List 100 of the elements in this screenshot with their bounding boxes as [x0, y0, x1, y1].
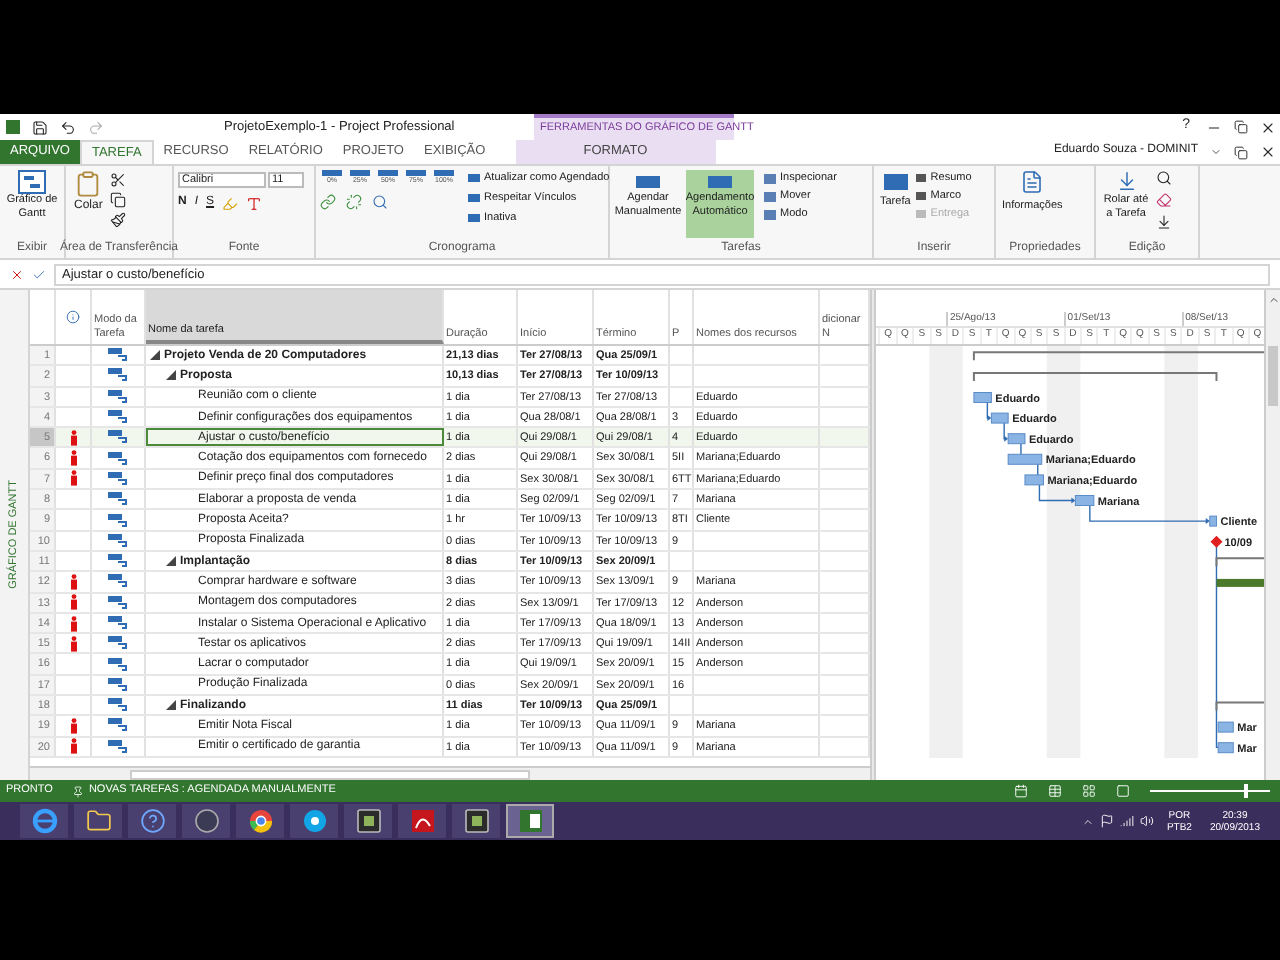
milestone-icon: [1210, 535, 1223, 548]
person-icon: [69, 573, 77, 590]
flag-icon[interactable]: [1100, 814, 1115, 828]
browser-icon: [31, 808, 57, 834]
app-icon: [463, 808, 489, 834]
copy-icon[interactable]: [110, 192, 127, 208]
person-icon: [69, 470, 77, 487]
search-icon[interactable]: [372, 194, 388, 210]
chat-icon: [301, 808, 327, 834]
unlink-icon[interactable]: [346, 194, 362, 210]
info-icon: [66, 310, 80, 324]
confirm-icon[interactable]: [32, 267, 46, 281]
restore-icon[interactable]: [1234, 146, 1248, 160]
help-icon: [139, 808, 165, 834]
round-logo-icon: [247, 808, 273, 834]
font-color-icon[interactable]: [246, 195, 263, 211]
task-bar: [973, 392, 992, 403]
auto-schedule-icon: [108, 574, 128, 589]
auto-schedule-icon: [108, 533, 128, 548]
person-icon: [69, 635, 77, 652]
undo-icon[interactable]: [60, 119, 76, 135]
calendar-view-icon[interactable]: [1014, 784, 1028, 798]
summary-bracket: [1215, 557, 1264, 568]
cut-icon[interactable]: [110, 172, 127, 188]
pin-icon: [72, 785, 85, 797]
auto-schedule-icon: [108, 389, 128, 404]
taskbar-button[interactable]: [452, 804, 500, 838]
taskbar-button[interactable]: [236, 804, 284, 838]
expanded-triangle-icon[interactable]: [150, 350, 160, 361]
auto-schedule-icon: [108, 657, 128, 672]
close-icon[interactable]: [1260, 144, 1276, 160]
task-bar: [1007, 433, 1026, 445]
auto-schedule-icon: [108, 595, 128, 610]
task-bar: [1209, 515, 1217, 527]
taskbar-button[interactable]: [398, 804, 446, 838]
expanded-triangle-icon[interactable]: [166, 370, 176, 381]
document-icon: [1020, 170, 1045, 194]
folder-icon: [85, 808, 111, 834]
taskbar-button[interactable]: [344, 804, 392, 838]
task-bar: [1217, 721, 1234, 733]
fill-icon[interactable]: [1156, 214, 1172, 230]
vertical-scrollbar[interactable]: [1264, 290, 1280, 780]
document-icon: [409, 808, 435, 834]
auto-schedule-icon: [108, 410, 128, 425]
auto-schedule-icon: [108, 718, 128, 733]
sphere-icon: [193, 808, 219, 834]
auto-schedule-icon: [108, 636, 128, 651]
auto-schedule-icon: [108, 492, 128, 507]
auto-schedule-icon: [108, 554, 128, 569]
format-painter-icon[interactable]: [110, 212, 127, 228]
app-icon: [517, 808, 543, 834]
app-logo-icon: [6, 120, 20, 134]
taskbar-button[interactable]: [128, 804, 176, 838]
close-icon[interactable]: [1260, 119, 1276, 135]
dependency-arrow: [1038, 484, 1076, 504]
person-icon: [69, 738, 77, 755]
table-view-icon[interactable]: [1048, 784, 1062, 798]
volume-icon[interactable]: [1140, 814, 1155, 828]
scrollbar-thumb[interactable]: [130, 769, 530, 779]
task-bar: [1007, 453, 1043, 465]
caret-icon: [1210, 146, 1222, 158]
taskbar-button[interactable]: [182, 804, 230, 838]
auto-schedule-icon: [108, 513, 128, 528]
auto-schedule-icon: [108, 739, 128, 754]
auto-schedule-icon: [108, 348, 128, 363]
zoom-slider[interactable]: [1150, 784, 1270, 798]
restore-icon[interactable]: [1234, 120, 1248, 134]
person-icon: [69, 717, 77, 734]
taskbar-button[interactable]: [290, 804, 338, 838]
person-icon: [69, 429, 77, 446]
task-bar: [1074, 495, 1095, 506]
dependency-arrow: [1089, 504, 1210, 525]
person-icon: [69, 450, 77, 467]
scrollbar-thumb[interactable]: [1268, 346, 1278, 406]
task-bar: [1216, 578, 1264, 587]
horizontal-scrollbar[interactable]: [30, 766, 870, 780]
auto-schedule-icon: [108, 368, 128, 383]
app-icon: [355, 808, 381, 834]
taskbar-button[interactable]: [74, 804, 122, 838]
auto-schedule-icon: [108, 471, 128, 486]
person-icon: [69, 594, 77, 611]
save-icon[interactable]: [32, 119, 48, 135]
tray-expand-icon[interactable]: [1082, 815, 1095, 827]
page-view-icon[interactable]: [1116, 784, 1130, 798]
auto-schedule-icon: [108, 430, 128, 445]
expanded-triangle-icon[interactable]: [166, 556, 176, 567]
expanded-triangle-icon[interactable]: [166, 700, 176, 711]
cancel-icon[interactable]: [10, 267, 24, 281]
auto-schedule-icon: [108, 698, 128, 713]
scroll-to-icon: [1115, 170, 1137, 192]
person-icon: [69, 615, 77, 631]
task-bar: [1024, 474, 1044, 486]
auto-schedule-icon: [108, 616, 128, 630]
eraser-icon[interactable]: [1156, 192, 1172, 208]
taskbar-button[interactable]: [506, 804, 554, 838]
grid-view-icon[interactable]: [1082, 784, 1096, 798]
find-icon[interactable]: [1156, 170, 1172, 186]
signal-icon[interactable]: [1120, 814, 1135, 828]
link-icon[interactable]: [320, 194, 336, 210]
task-bar: [990, 412, 1009, 424]
